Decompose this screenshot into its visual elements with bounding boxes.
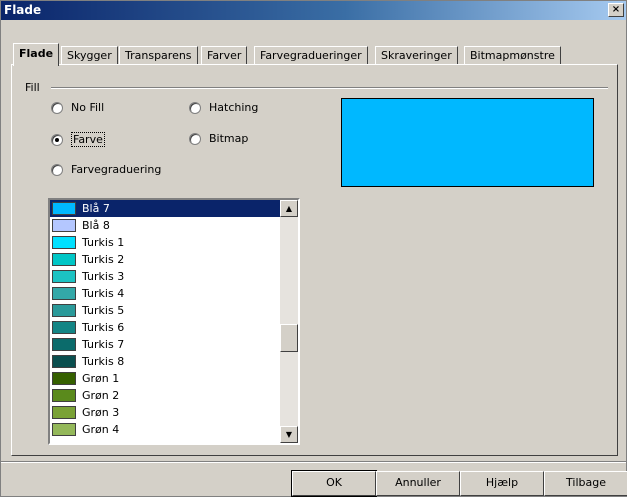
- radio-label-farvegraduering: Farvegraduering: [71, 163, 162, 176]
- color-list[interactable]: Blå 7 Blå 8 Turkis 1 Turkis 2 Turkis 3 Turkis…: [48, 198, 300, 445]
- scroll-up-icon[interactable]: ▲: [280, 200, 298, 217]
- radio-bitmap[interactable]: Bitmap: [189, 132, 248, 145]
- tab-skygger[interactable]: Skygger: [61, 46, 118, 65]
- radio-circle[interactable]: [51, 163, 63, 176]
- color-list-item[interactable]: Blå 7: [50, 200, 280, 217]
- color-swatch: [52, 219, 76, 232]
- reset-button[interactable]: Tilbage: [544, 471, 627, 496]
- close-icon[interactable]: ×: [608, 3, 624, 17]
- button-separator: [1, 461, 626, 463]
- color-list-item[interactable]: Turkis 5: [50, 302, 280, 319]
- color-name: Grøn 4: [82, 423, 120, 436]
- color-name: Grøn 2: [82, 389, 120, 402]
- cancel-button[interactable]: Annuller: [376, 471, 460, 496]
- fill-group-divider: [51, 87, 608, 89]
- tab-transparens[interactable]: Transparens: [119, 46, 198, 65]
- color-name: Turkis 5: [82, 304, 125, 317]
- radio-label-no-fill: No Fill: [71, 101, 105, 114]
- color-name: Turkis 4: [82, 287, 125, 300]
- fill-group-label: Fill: [25, 81, 40, 94]
- color-swatch: [52, 321, 76, 334]
- color-name: Turkis 7: [82, 338, 125, 351]
- color-swatch: [52, 270, 76, 283]
- color-name: Turkis 1: [82, 236, 125, 249]
- radio-circle[interactable]: [189, 101, 201, 114]
- color-swatch: [52, 389, 76, 402]
- color-list-item[interactable]: Grøn 4: [50, 421, 280, 438]
- color-swatch: [52, 406, 76, 419]
- radio-farvegraduering[interactable]: Farvegraduering: [51, 163, 161, 176]
- tab-skraveringer[interactable]: Skraveringer: [375, 46, 458, 65]
- radio-circle[interactable]: [189, 132, 201, 145]
- tab-flade[interactable]: Flade: [13, 43, 60, 66]
- color-swatch: [52, 355, 76, 368]
- radio-no-fill[interactable]: No Fill: [51, 101, 104, 114]
- color-name: Turkis 2: [82, 253, 125, 266]
- color-list-items: Blå 7 Blå 8 Turkis 1 Turkis 2 Turkis 3 Turkis…: [50, 200, 280, 443]
- window-title: Flade: [4, 3, 42, 17]
- color-swatch: [52, 202, 76, 215]
- color-name: Blå 8: [82, 219, 110, 232]
- color-name: Turkis 3: [82, 270, 125, 283]
- area-dialog: Flade × Flade Skygger Transparens Farver…: [0, 0, 627, 497]
- color-name: Blå 7: [82, 202, 110, 215]
- color-swatch: [52, 304, 76, 317]
- color-swatch: [52, 236, 76, 249]
- fill-preview: [341, 98, 594, 187]
- color-name: Grøn 3: [82, 406, 120, 419]
- color-list-item[interactable]: Grøn 1: [50, 370, 280, 387]
- title-bar: Flade ×: [1, 1, 626, 20]
- radio-circle-checked[interactable]: [51, 133, 63, 146]
- color-list-scrollbar[interactable]: ▲ ▼: [280, 200, 298, 443]
- color-swatch: [52, 372, 76, 385]
- tab-farvegradueringer[interactable]: Farvegradueringer: [254, 46, 368, 65]
- radio-circle[interactable]: [51, 101, 63, 114]
- color-swatch: [52, 287, 76, 300]
- color-name: Turkis 8: [82, 355, 125, 368]
- color-swatch: [52, 338, 76, 351]
- color-name: Turkis 6: [82, 321, 125, 334]
- color-list-item[interactable]: Turkis 3: [50, 268, 280, 285]
- color-swatch: [52, 423, 76, 436]
- radio-label-bitmap: Bitmap: [209, 132, 249, 145]
- help-button[interactable]: Hjælp: [460, 471, 544, 496]
- radio-hatching[interactable]: Hatching: [189, 101, 258, 114]
- color-list-item[interactable]: Turkis 7: [50, 336, 280, 353]
- scroll-thumb[interactable]: [280, 324, 298, 352]
- color-list-item[interactable]: Grøn 2: [50, 387, 280, 404]
- tab-bitmapmonstre[interactable]: Bitmapmønstre: [464, 46, 561, 65]
- color-list-item[interactable]: Turkis 1: [50, 234, 280, 251]
- radio-label-hatching: Hatching: [209, 101, 259, 114]
- color-list-item[interactable]: Turkis 6: [50, 319, 280, 336]
- ok-button[interactable]: OK: [291, 470, 377, 497]
- color-list-item[interactable]: Turkis 8: [50, 353, 280, 370]
- tab-farver[interactable]: Farver: [201, 46, 248, 65]
- color-swatch: [52, 253, 76, 266]
- color-list-item[interactable]: Turkis 2: [50, 251, 280, 268]
- color-list-item[interactable]: Blå 8: [50, 217, 280, 234]
- radio-label-farve: Farve: [71, 132, 105, 147]
- radio-farve[interactable]: Farve: [51, 132, 105, 147]
- color-list-item[interactable]: Turkis 4: [50, 285, 280, 302]
- color-name: Grøn 1: [82, 372, 120, 385]
- color-list-item[interactable]: Grøn 3: [50, 404, 280, 421]
- scroll-down-icon[interactable]: ▼: [280, 426, 298, 443]
